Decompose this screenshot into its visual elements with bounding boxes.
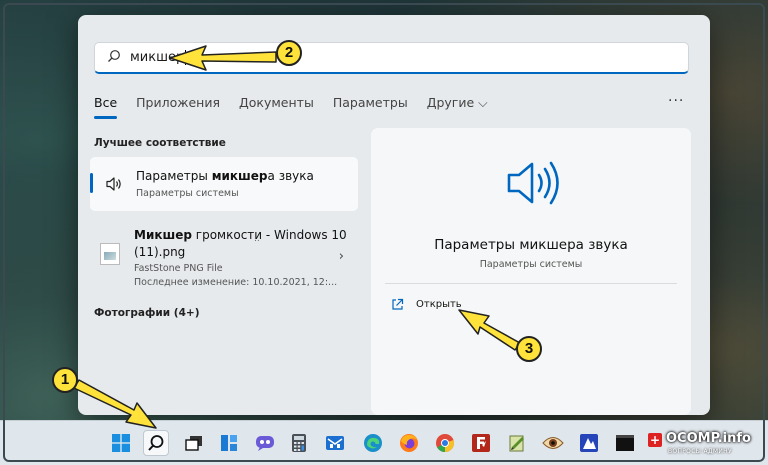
photos-heading: Фотографии (4+)	[94, 307, 200, 319]
notepad-icon[interactable]	[504, 430, 530, 456]
file-title-line2: (11).png	[134, 245, 186, 259]
speaker-icon	[507, 161, 559, 205]
plus-icon: +	[648, 433, 662, 447]
annotation-badge-1: 1	[52, 367, 78, 393]
open-external-icon	[392, 298, 404, 310]
chat-icon[interactable]	[252, 430, 278, 456]
watermark-logo: + OCOMP.info ВОПРОСЫ АДМИНУ	[648, 431, 763, 461]
search-query: микшер	[130, 50, 185, 65]
task-view-icon[interactable]	[181, 430, 207, 456]
taskbar: + OCOMP.info ВОПРОСЫ АДМИНУ	[0, 420, 768, 465]
edge-icon[interactable]	[360, 430, 386, 456]
best-match-subtitle: Параметры системы	[136, 188, 239, 199]
tab-apps[interactable]: Приложения	[136, 95, 220, 119]
chevron-right-icon[interactable]: ›	[339, 249, 344, 264]
divider	[385, 283, 677, 284]
speaker-icon	[104, 174, 124, 194]
results-list: Лучшее соответствие Параметры микшера зв…	[90, 133, 358, 319]
loading-indicator: ..	[254, 234, 260, 244]
search-icon[interactable]	[143, 430, 169, 456]
png-file-icon	[100, 243, 120, 265]
filezilla-icon[interactable]	[468, 430, 494, 456]
best-match-heading: Лучшее соответствие	[94, 137, 226, 149]
watermark-name: OCOMP.info	[666, 431, 751, 446]
calculator-icon[interactable]	[286, 430, 312, 456]
annotation-badge-2: 2	[276, 40, 302, 66]
more-options-icon[interactable]: ···	[668, 93, 684, 109]
widgets-icon[interactable]	[216, 430, 242, 456]
image-app-icon[interactable]	[576, 430, 602, 456]
detail-title: Параметры микшера звука	[434, 237, 628, 253]
search-panel: микшер Все Приложения Документы Параметр…	[78, 15, 710, 415]
chrome-icon[interactable]	[432, 430, 458, 456]
file-modified: Последнее изменение: 10.10.2021, 12:...	[134, 277, 338, 288]
search-icon	[107, 48, 121, 67]
open-label: Открыть	[416, 299, 462, 310]
tab-settings[interactable]: Параметры	[333, 95, 408, 119]
watermark-tagline: ВОПРОСЫ АДМИНУ	[668, 448, 732, 455]
search-input[interactable]: микшер	[94, 42, 689, 74]
detail-subtitle: Параметры системы	[479, 259, 583, 270]
tab-other-dropdown[interactable]: Другие ⌵	[427, 95, 488, 119]
file-result[interactable]: Микшер громкости - Windows 10 (11).png F…	[90, 219, 358, 289]
filter-tabs: Все Приложения Документы Параметры Други…	[94, 95, 488, 119]
best-match-result[interactable]: Параметры микшера звука Параметры систем…	[90, 157, 358, 211]
text-caret	[185, 50, 187, 65]
tab-documents[interactable]: Документы	[239, 95, 314, 119]
firefox-icon[interactable]	[396, 430, 422, 456]
mail-icon[interactable]	[322, 430, 348, 456]
terminal-icon[interactable]	[612, 430, 638, 456]
result-details-pane: Параметры микшера звука Параметры систем…	[371, 128, 691, 415]
annotation-badge-3: 3	[516, 336, 542, 362]
best-match-title: Параметры микшера звука	[136, 169, 314, 183]
eye-app-icon[interactable]	[540, 430, 566, 456]
file-title: Микшер громкости - Windows 10	[134, 228, 347, 242]
open-button[interactable]: Открыть	[391, 298, 462, 311]
windows-start-icon[interactable]	[108, 430, 134, 456]
tab-all[interactable]: Все	[94, 95, 118, 119]
file-type: FastStone PNG File	[134, 263, 223, 274]
